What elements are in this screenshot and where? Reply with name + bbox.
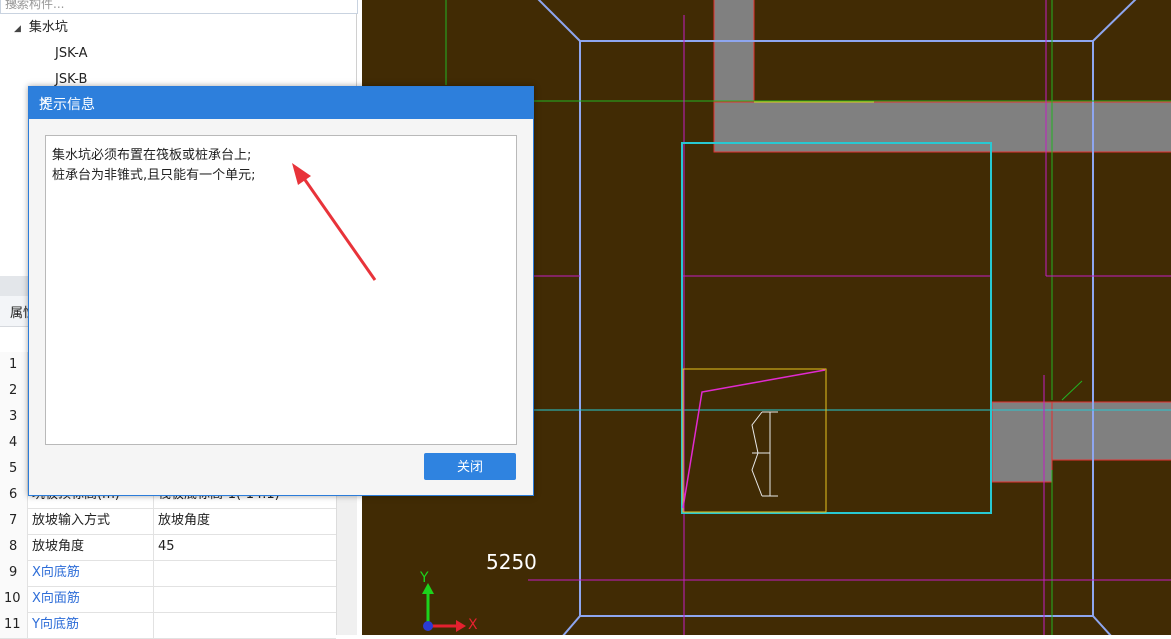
row-number: 6 [0, 482, 28, 508]
close-button[interactable]: 关闭 [424, 453, 516, 480]
axis-x-label: X [468, 617, 478, 633]
message-line-2: 桩承台为非锥式,且只能有一个单元; [52, 168, 256, 183]
property-name[interactable]: X向面筋 [28, 586, 154, 612]
close-icon[interactable]: × [39, 94, 523, 110]
row-number: 7 [0, 508, 28, 534]
tree-group-sump[interactable]: ◢ 集水坑 [14, 16, 68, 40]
message-dialog: 提示信息 × 集水坑必须布置在筏板或桩承台上; 桩承台为非锥式,且只能有一个单元… [28, 86, 534, 496]
tree-item-jsk-a[interactable]: JSK-A [55, 42, 88, 66]
axis-y-label: Y [420, 570, 429, 586]
row-number: 2 [0, 378, 28, 404]
property-name[interactable]: Y向底筋 [28, 612, 154, 638]
property-value[interactable] [154, 612, 334, 638]
property-value[interactable]: 放坡角度 [154, 508, 334, 534]
property-row[interactable]: 7 放坡输入方式 放坡角度 [0, 508, 336, 535]
row-number: 3 [0, 404, 28, 430]
property-row[interactable]: 8 放坡角度 45 [0, 534, 336, 561]
property-row[interactable]: 9 X向底筋 [0, 560, 336, 587]
search-icon[interactable]: 🔍︎ [5, 0, 349, 9]
slab-horizontal-top [713, 101, 1171, 153]
property-name[interactable]: X向底筋 [28, 560, 154, 586]
property-name: 放坡输入方式 [28, 508, 154, 534]
row-number: 9 [0, 560, 28, 586]
row-number: 8 [0, 534, 28, 560]
row-number: 11 [0, 612, 28, 638]
collapse-arrow-icon[interactable]: ◢ [14, 24, 21, 34]
message-text-area: 集水坑必须布置在筏板或桩承台上; 桩承台为非锥式,且只能有一个单元; [45, 135, 517, 445]
pit-inner-outline [681, 142, 992, 514]
property-value[interactable] [154, 560, 334, 586]
slab-block [991, 401, 1053, 483]
row-number: 5 [0, 456, 28, 482]
search-input[interactable]: 搜索构件... 🔍︎ [0, 0, 358, 14]
dialog-titlebar[interactable]: 提示信息 × [29, 87, 533, 119]
tree-group-label: 集水坑 [28, 20, 68, 35]
property-value[interactable]: 45 [154, 534, 334, 560]
axis-triad [422, 583, 466, 632]
row-number: 1 [0, 352, 28, 378]
property-row[interactable]: 10 X向面筋 [0, 586, 336, 613]
message-line-1: 集水坑必须布置在筏板或桩承台上; [52, 148, 252, 163]
row-number: 4 [0, 430, 28, 456]
property-value[interactable] [154, 586, 334, 612]
dimension-label: 5250 [486, 550, 537, 574]
property-name: 放坡角度 [28, 534, 154, 560]
row-number: 10 [0, 586, 28, 612]
section-symbol [751, 411, 778, 497]
pit-base-outline [682, 368, 827, 513]
slab-vertical [713, 0, 755, 103]
